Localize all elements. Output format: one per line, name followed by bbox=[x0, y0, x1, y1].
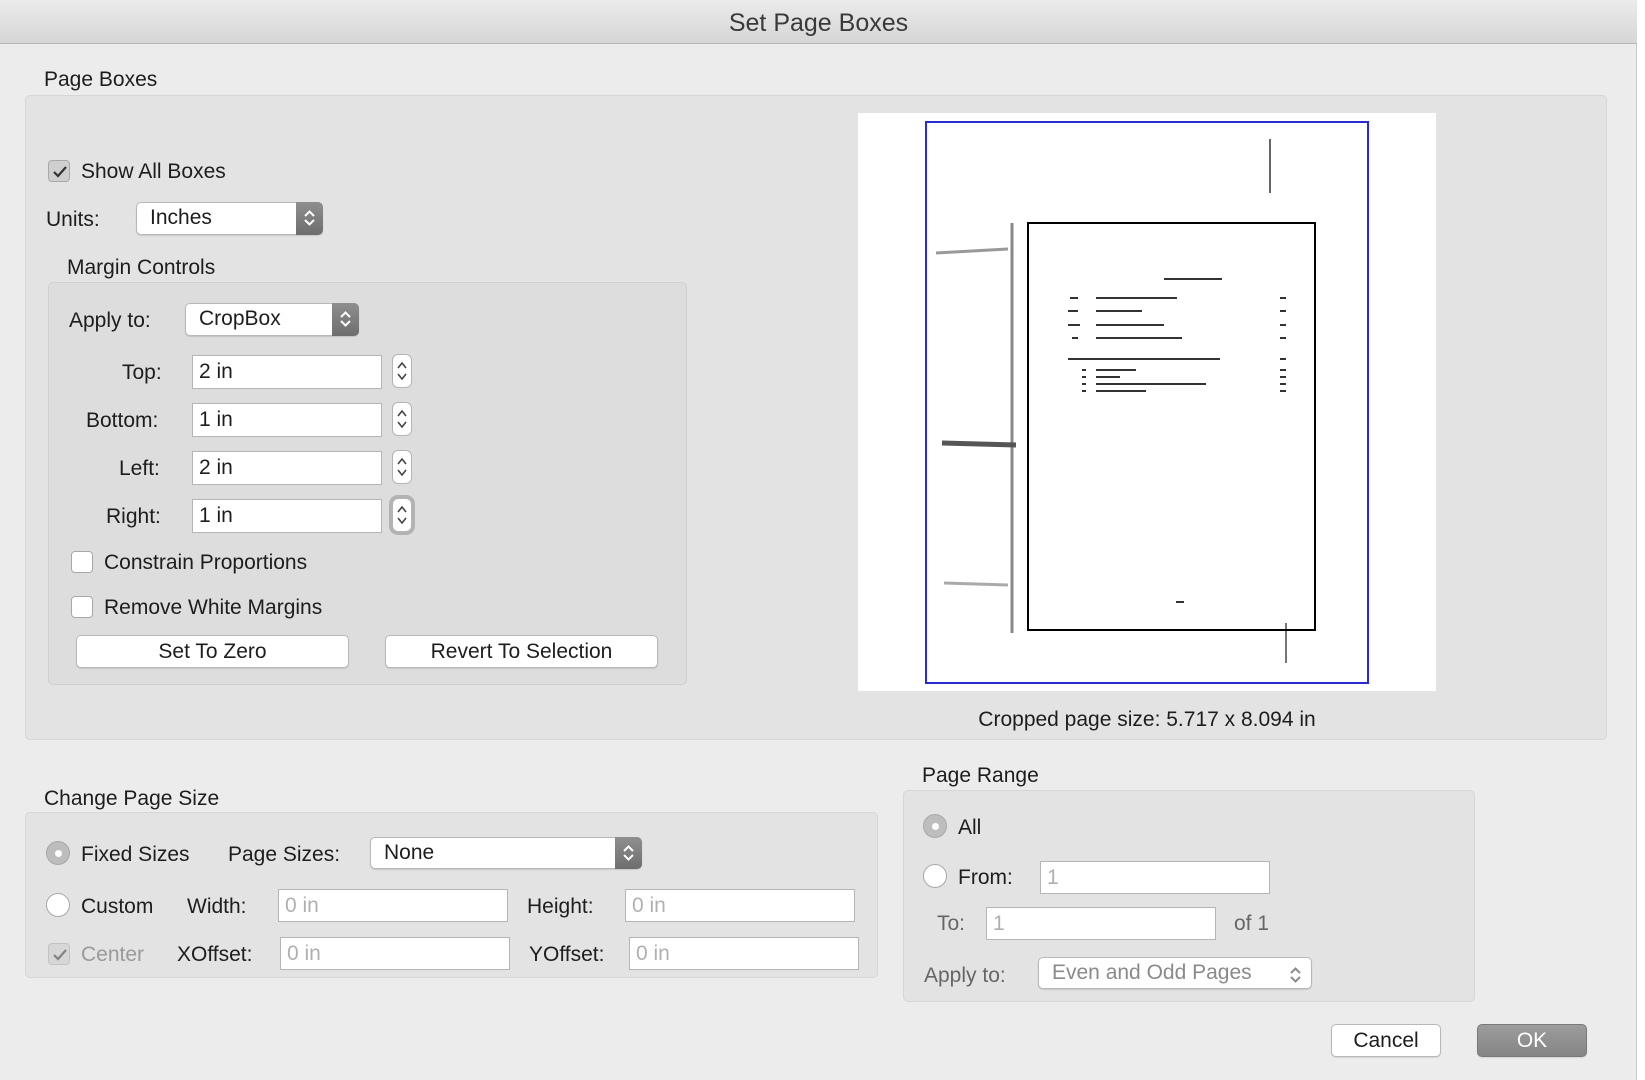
right-label: Right: bbox=[106, 505, 161, 528]
top-margin-stepper[interactable] bbox=[392, 354, 412, 388]
width-label: Width: bbox=[187, 895, 247, 918]
range-apply-to-label: Apply to: bbox=[924, 964, 1006, 987]
stepper-arrows-icon bbox=[397, 409, 407, 429]
units-popup[interactable]: Inches bbox=[136, 202, 323, 235]
apply-to-value: CropBox bbox=[199, 307, 281, 330]
page-sizes-value: None bbox=[384, 841, 435, 864]
right-margin-stepper[interactable] bbox=[392, 498, 412, 532]
custom-radio[interactable] bbox=[46, 893, 70, 917]
bottom-margin-stepper[interactable] bbox=[392, 402, 412, 436]
show-all-boxes-checkbox[interactable] bbox=[48, 160, 70, 182]
set-to-zero-button[interactable]: Set To Zero bbox=[76, 635, 349, 668]
right-margin-field[interactable]: 1 in bbox=[192, 499, 382, 533]
left-margin-stepper[interactable] bbox=[392, 450, 412, 484]
set-page-boxes-dialog: Set Page Boxes Page Boxes Show All Boxes… bbox=[0, 0, 1637, 1080]
all-pages-label: All bbox=[958, 816, 982, 839]
range-apply-to-popup[interactable]: Even and Odd Pages bbox=[1038, 957, 1312, 989]
left-margin-field[interactable]: 2 in bbox=[192, 451, 382, 485]
to-field[interactable]: 1 bbox=[986, 907, 1216, 940]
ok-button[interactable]: OK bbox=[1477, 1024, 1587, 1057]
stepper-arrows-icon bbox=[397, 361, 407, 381]
height-field[interactable]: 0 in bbox=[625, 889, 855, 922]
from-radio[interactable] bbox=[923, 864, 947, 888]
from-label: From: bbox=[958, 866, 1013, 889]
checkmark-icon bbox=[53, 949, 67, 961]
change-page-size-heading: Change Page Size bbox=[44, 787, 220, 810]
height-label: Height: bbox=[527, 895, 594, 918]
page-preview bbox=[858, 113, 1436, 691]
stepper-arrows-icon bbox=[397, 457, 407, 477]
bottom-label: Bottom: bbox=[86, 409, 159, 432]
popup-arrows-icon bbox=[1288, 964, 1303, 994]
center-label: Center bbox=[81, 943, 145, 966]
apply-to-popup[interactable]: CropBox bbox=[185, 303, 359, 336]
fixed-sizes-label: Fixed Sizes bbox=[81, 843, 190, 866]
apply-to-label: Apply to: bbox=[69, 309, 151, 332]
of-total-pages: of 1 bbox=[1234, 912, 1270, 935]
scan-mark bbox=[943, 581, 1009, 587]
to-label: To: bbox=[937, 912, 966, 935]
popup-arrows-icon bbox=[332, 303, 359, 336]
page-range-heading: Page Range bbox=[922, 764, 1039, 787]
top-label: Top: bbox=[122, 361, 162, 384]
show-all-boxes-label: Show All Boxes bbox=[81, 160, 226, 183]
remove-white-margins-checkbox[interactable] bbox=[71, 596, 93, 618]
remove-white-margins-label: Remove White Margins bbox=[104, 596, 323, 619]
width-field[interactable]: 0 in bbox=[278, 889, 508, 922]
from-field[interactable]: 1 bbox=[1040, 861, 1270, 894]
fixed-sizes-radio[interactable] bbox=[46, 841, 70, 865]
top-margin-field[interactable]: 2 in bbox=[192, 355, 382, 389]
cancel-button[interactable]: Cancel bbox=[1331, 1024, 1441, 1057]
units-value: Inches bbox=[150, 206, 212, 229]
range-apply-to-value: Even and Odd Pages bbox=[1052, 961, 1252, 984]
popup-arrows-icon bbox=[615, 837, 642, 869]
popup-arrows-icon bbox=[296, 202, 323, 235]
checkmark-icon bbox=[53, 166, 67, 178]
constrain-proportions-label: Constrain Proportions bbox=[104, 551, 308, 574]
page-preview-image bbox=[858, 113, 1436, 691]
stepper-arrows-icon bbox=[397, 505, 407, 525]
yoffset-field[interactable]: 0 in bbox=[629, 937, 859, 970]
center-checkbox[interactable] bbox=[48, 943, 70, 965]
revert-to-selection-button[interactable]: Revert To Selection bbox=[385, 635, 658, 668]
xoffset-field[interactable]: 0 in bbox=[280, 937, 510, 970]
units-label: Units: bbox=[46, 208, 100, 231]
dialog-title: Set Page Boxes bbox=[0, 0, 1637, 44]
page-boxes-heading: Page Boxes bbox=[44, 68, 158, 91]
xoffset-label: XOffset: bbox=[177, 943, 253, 966]
left-label: Left: bbox=[119, 457, 160, 480]
constrain-proportions-checkbox[interactable] bbox=[71, 551, 93, 573]
page-sizes-popup[interactable]: None bbox=[370, 837, 642, 869]
yoffset-label: YOffset: bbox=[529, 943, 605, 966]
all-pages-radio[interactable] bbox=[923, 814, 947, 838]
bottom-margin-field[interactable]: 1 in bbox=[192, 403, 382, 437]
scan-mark bbox=[941, 440, 1017, 448]
page-sizes-label: Page Sizes: bbox=[228, 843, 341, 866]
margin-controls-heading: Margin Controls bbox=[67, 256, 216, 279]
cropped-page-size-text: Cropped page size: 5.717 x 8.094 in bbox=[978, 708, 1316, 731]
custom-label: Custom bbox=[81, 895, 154, 918]
